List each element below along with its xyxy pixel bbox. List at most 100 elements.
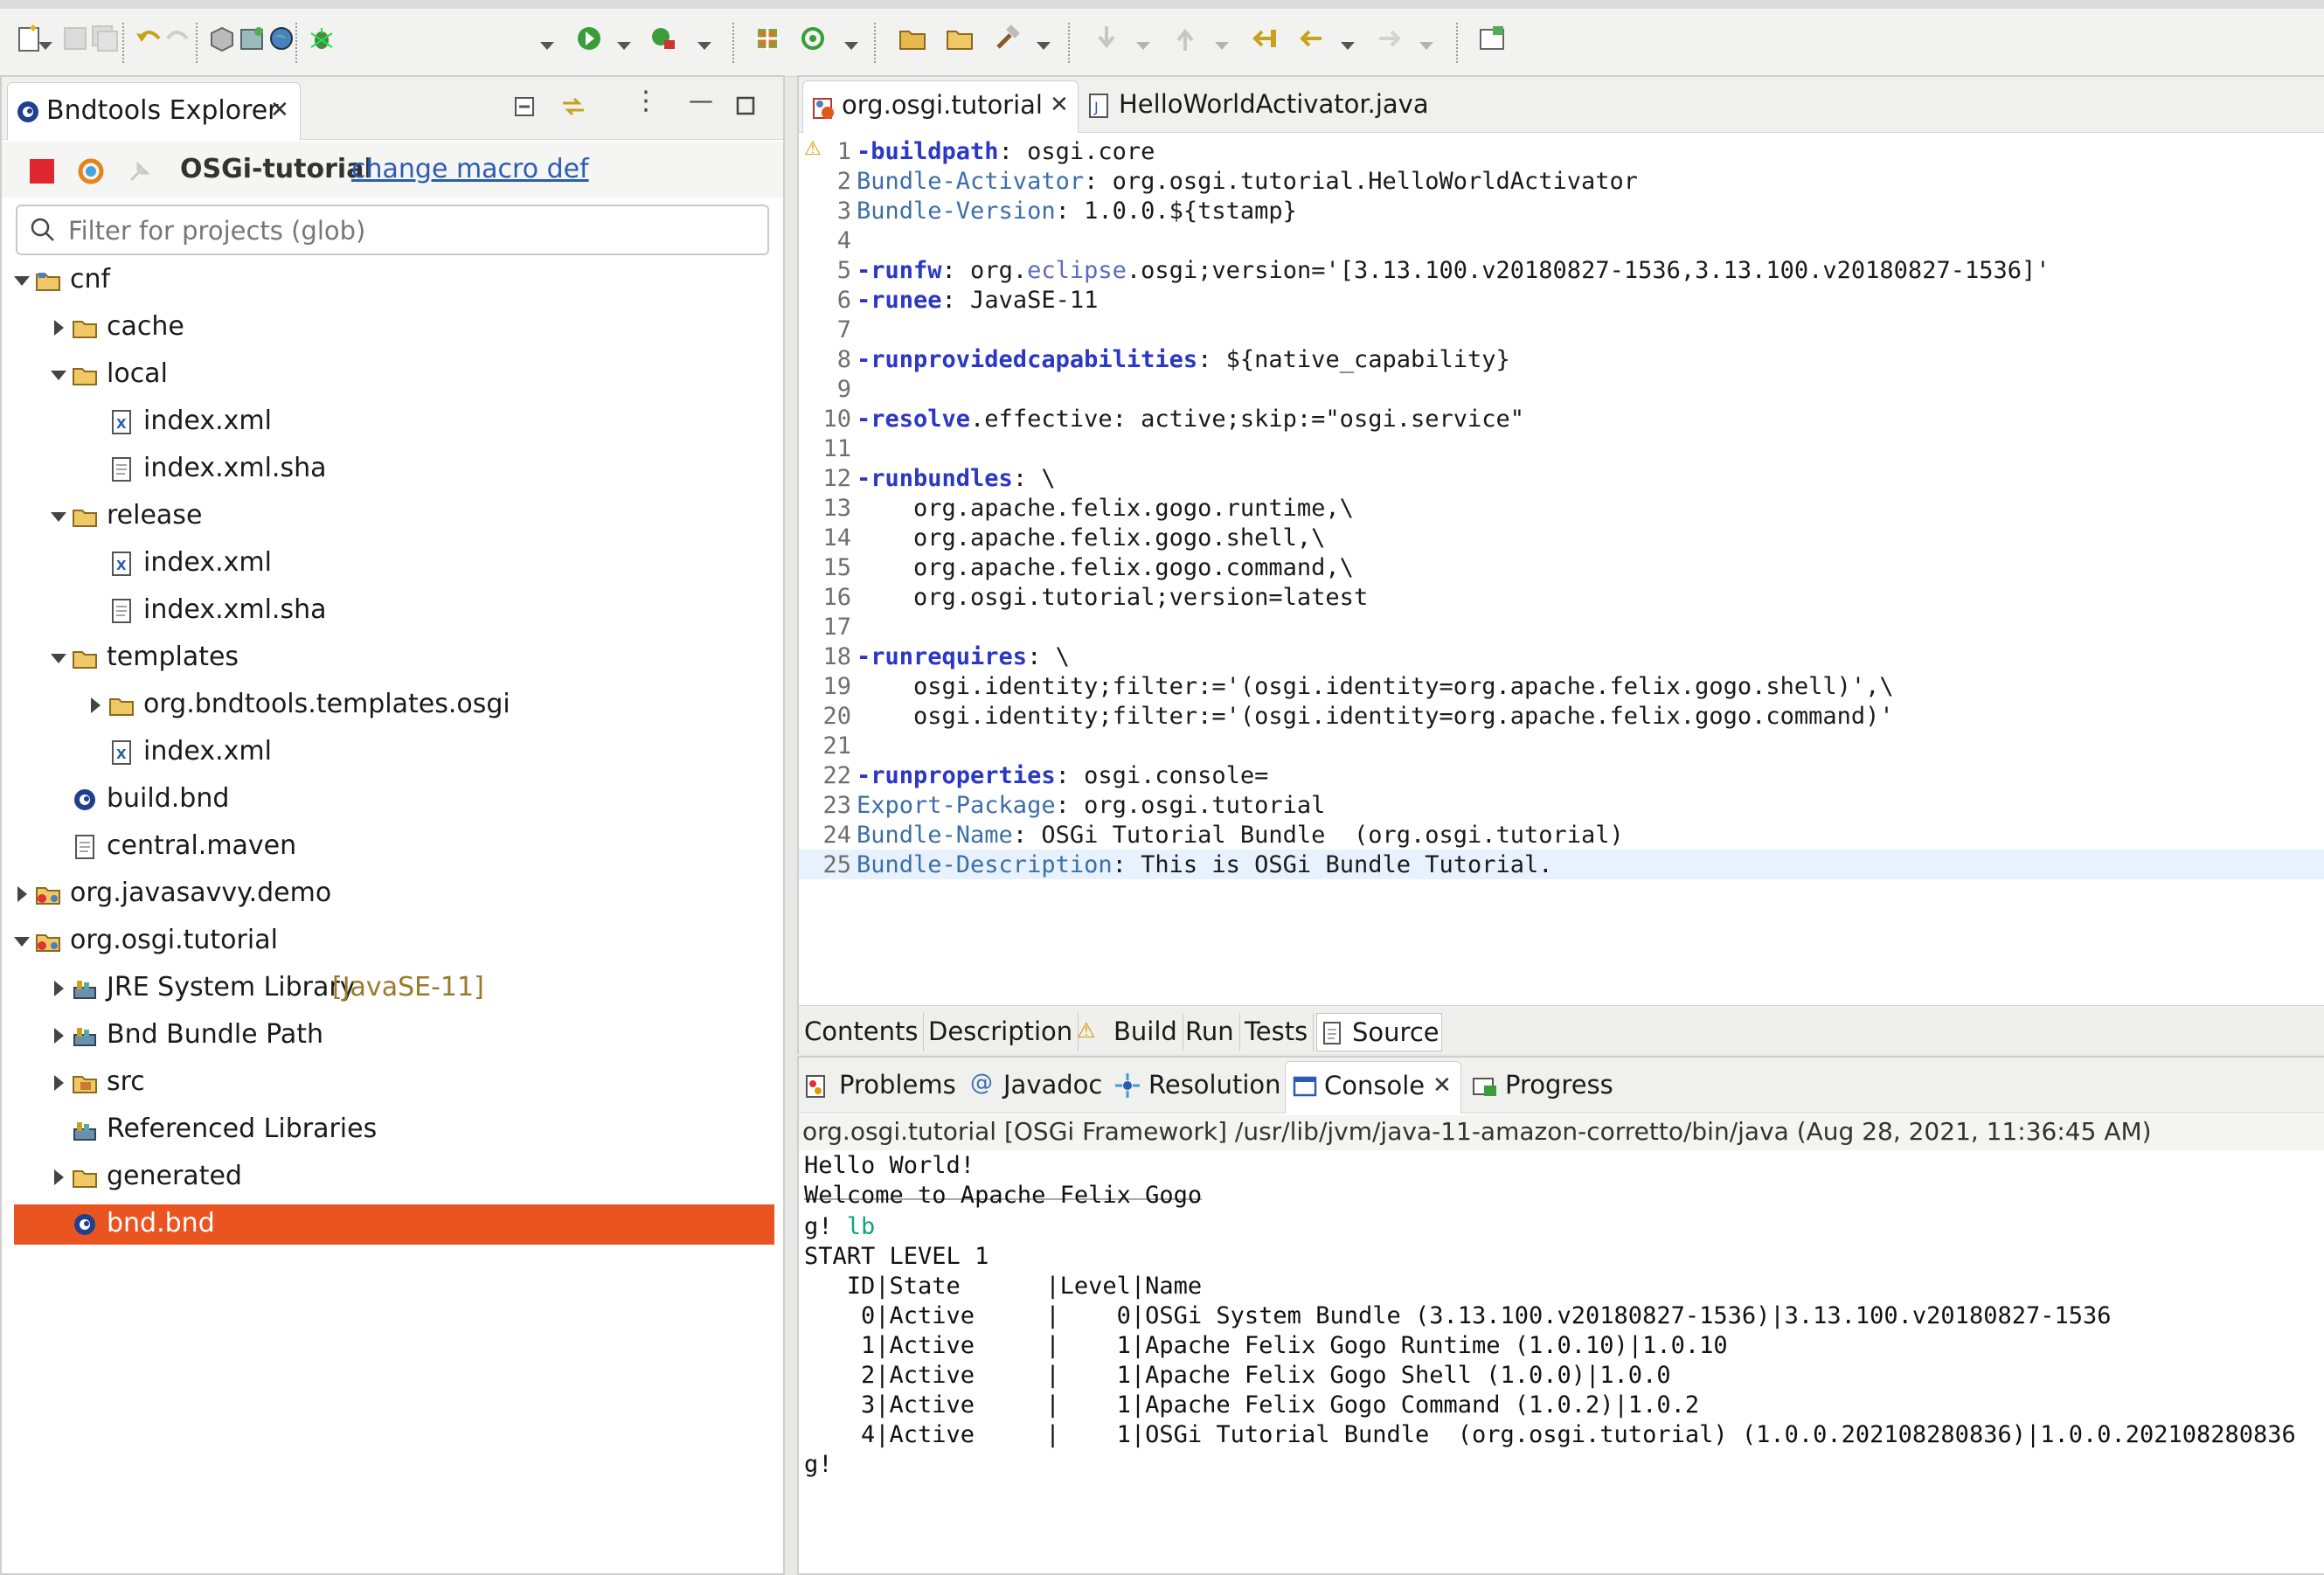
tree-item[interactable]: local: [14, 355, 783, 395]
filter-input[interactable]: [68, 213, 750, 248]
tab-build[interactable]: Build: [1108, 1013, 1183, 1051]
tree-item[interactable]: cnf: [14, 260, 783, 301]
run-icon[interactable]: [572, 21, 607, 56]
external-tools-dropdown[interactable]: [697, 42, 711, 50]
new-class-icon[interactable]: [750, 21, 785, 56]
tree-item[interactable]: cache: [14, 308, 783, 348]
tab-resolution[interactable]: Resolution: [1148, 1070, 1281, 1100]
code-line[interactable]: 10 -resolve.effective: active;skip:="osgi…: [799, 404, 2324, 434]
prev-annotation-icon[interactable]: [1168, 21, 1203, 56]
expand-chevron-icon[interactable]: [17, 886, 27, 902]
code-line[interactable]: 17: [799, 612, 2324, 642]
debug-icon[interactable]: [304, 21, 339, 56]
external-tools-icon[interactable]: [647, 21, 682, 56]
code-line[interactable]: 14 org.apache.felix.gogo.shell,\: [799, 523, 2324, 552]
tree-item[interactable]: Bnd Bundle Path: [14, 1016, 783, 1056]
code-line[interactable]: 3 Bundle-Version: 1.0.0.${tstamp}: [799, 196, 2324, 225]
refresh-icon[interactable]: [795, 21, 830, 56]
code-line[interactable]: 13 org.apache.felix.gogo.runtime,\: [799, 493, 2324, 523]
bnd-source-editor[interactable]: ⚠ 1 -buildpath: osgi.core 2 Bundle-Activato…: [799, 133, 2324, 994]
open-folder-icon[interactable]: [895, 21, 930, 56]
change-macro-link[interactable]: change macro def: [351, 154, 589, 184]
tree-item[interactable]: generated: [14, 1157, 783, 1197]
code-line[interactable]: 9: [799, 374, 2324, 404]
code-line[interactable]: 24 Bundle-Name: OSGi Tutorial Bundle (org…: [799, 820, 2324, 850]
code-line[interactable]: 21: [799, 731, 2324, 760]
expand-chevron-icon[interactable]: [54, 1075, 64, 1091]
minimize-icon[interactable]: —: [689, 86, 713, 114]
collapse-all-icon[interactable]: [512, 94, 537, 119]
pin-icon[interactable]: [126, 157, 154, 185]
tree-item[interactable]: org.osgi.tutorial: [14, 921, 783, 961]
tree-item[interactable]: org.bndtools.templates.osgi: [14, 685, 783, 725]
code-line[interactable]: 15 org.apache.felix.gogo.command,\: [799, 552, 2324, 582]
globe-icon[interactable]: [264, 21, 299, 56]
save-all-icon[interactable]: [87, 21, 122, 56]
tree-item[interactable]: index.xml.sha: [14, 591, 783, 631]
tree-item[interactable]: build.bnd: [14, 780, 783, 820]
tab-contents[interactable]: Contents: [799, 1013, 925, 1051]
collapse-chevron-icon[interactable]: [51, 654, 66, 663]
back-dropdown[interactable]: [1341, 42, 1355, 50]
hammer-icon[interactable]: [989, 21, 1024, 56]
tab-progress[interactable]: Progress: [1505, 1070, 1613, 1100]
forward-icon[interactable]: [1372, 21, 1407, 56]
stop-icon[interactable]: [28, 157, 56, 185]
tree-item[interactable]: Xindex.xml: [14, 402, 783, 442]
code-line[interactable]: 23 Export-Package: org.osgi.tutorial: [799, 790, 2324, 820]
code-line[interactable]: 2 Bundle-Activator: org.osgi.tutorial.Hel…: [799, 166, 2324, 196]
next-annotation-icon[interactable]: [1089, 21, 1124, 56]
code-line[interactable]: 1 -buildpath: osgi.core: [799, 136, 2324, 166]
run-dropdown[interactable]: [617, 42, 631, 50]
refresh-dropdown[interactable]: [844, 42, 858, 50]
collapse-chevron-icon[interactable]: [14, 276, 30, 286]
collapse-chevron-icon[interactable]: [51, 512, 66, 522]
code-line[interactable]: 8 -runprovidedcapabilities: ${native_capa…: [799, 344, 2324, 374]
tab-bndtools-explorer[interactable]: Bndtools Explorer ✕: [7, 82, 301, 140]
tree-item[interactable]: src: [14, 1063, 783, 1103]
tree-item[interactable]: bnd.bnd: [14, 1204, 774, 1245]
code-line[interactable]: 16 org.osgi.tutorial;version=latest: [799, 582, 2324, 612]
open-type-icon[interactable]: [942, 21, 977, 56]
code-line[interactable]: 6 -runee: JavaSE-11: [799, 285, 2324, 315]
tab-console[interactable]: Console ✕: [1285, 1061, 1461, 1114]
code-line[interactable]: 18 -runrequires: \: [799, 642, 2324, 671]
tree-item[interactable]: JRE System Library [JavaSE-11]: [14, 968, 783, 1009]
tab-bnd-file[interactable]: org.osgi.tutorial ✕: [802, 80, 1079, 133]
tab-source[interactable]: Source: [1316, 1013, 1442, 1051]
code-line[interactable]: 20 osgi.identity;filter:='(osgi.identity…: [799, 701, 2324, 731]
last-edit-icon[interactable]: [1246, 21, 1281, 56]
tree-item[interactable]: Xindex.xml: [14, 732, 783, 773]
tab-helloworld-activator[interactable]: HelloWorldActivator.java: [1119, 89, 1429, 119]
close-icon[interactable]: ✕: [270, 97, 289, 123]
tree-item[interactable]: central.maven: [14, 827, 783, 867]
code-line[interactable]: 22 -runproperties: osgi.console=: [799, 760, 2324, 790]
collapse-chevron-icon[interactable]: [14, 937, 30, 947]
code-line[interactable]: 5 -runfw: org.eclipse.osgi;version='[3.13…: [799, 255, 2324, 285]
tab-javadoc[interactable]: Javadoc: [1003, 1070, 1102, 1100]
link-with-editor-icon[interactable]: [559, 93, 587, 121]
tree-item[interactable]: templates: [14, 638, 783, 678]
expand-chevron-icon[interactable]: [54, 1028, 64, 1044]
open-perspective-icon[interactable]: [1475, 21, 1510, 56]
expand-chevron-icon[interactable]: [54, 1169, 64, 1185]
tree-item[interactable]: org.javasavvy.demo: [14, 874, 783, 914]
new-icon[interactable]: [12, 21, 47, 56]
tab-run[interactable]: Run: [1180, 1013, 1240, 1051]
tree-item[interactable]: index.xml.sha: [14, 449, 783, 489]
view-menu-icon[interactable]: ⋮: [633, 86, 659, 116]
tab-tests[interactable]: Tests: [1239, 1013, 1315, 1051]
code-line[interactable]: 7: [799, 315, 2324, 344]
forward-dropdown[interactable]: [1419, 42, 1433, 50]
code-line[interactable]: 11: [799, 434, 2324, 463]
next-annotation-dropdown[interactable]: [1136, 42, 1150, 50]
collapse-chevron-icon[interactable]: [51, 371, 66, 380]
expand-chevron-icon[interactable]: [91, 697, 101, 713]
tree-item[interactable]: release: [14, 496, 783, 537]
tab-description[interactable]: Description: [923, 1013, 1079, 1051]
close-icon[interactable]: ✕: [1433, 1072, 1452, 1099]
back-icon[interactable]: [1294, 21, 1328, 56]
refresh-repos-icon[interactable]: [75, 156, 107, 187]
redo-icon[interactable]: [161, 21, 196, 56]
code-line[interactable]: 12 -runbundles: \: [799, 463, 2324, 493]
